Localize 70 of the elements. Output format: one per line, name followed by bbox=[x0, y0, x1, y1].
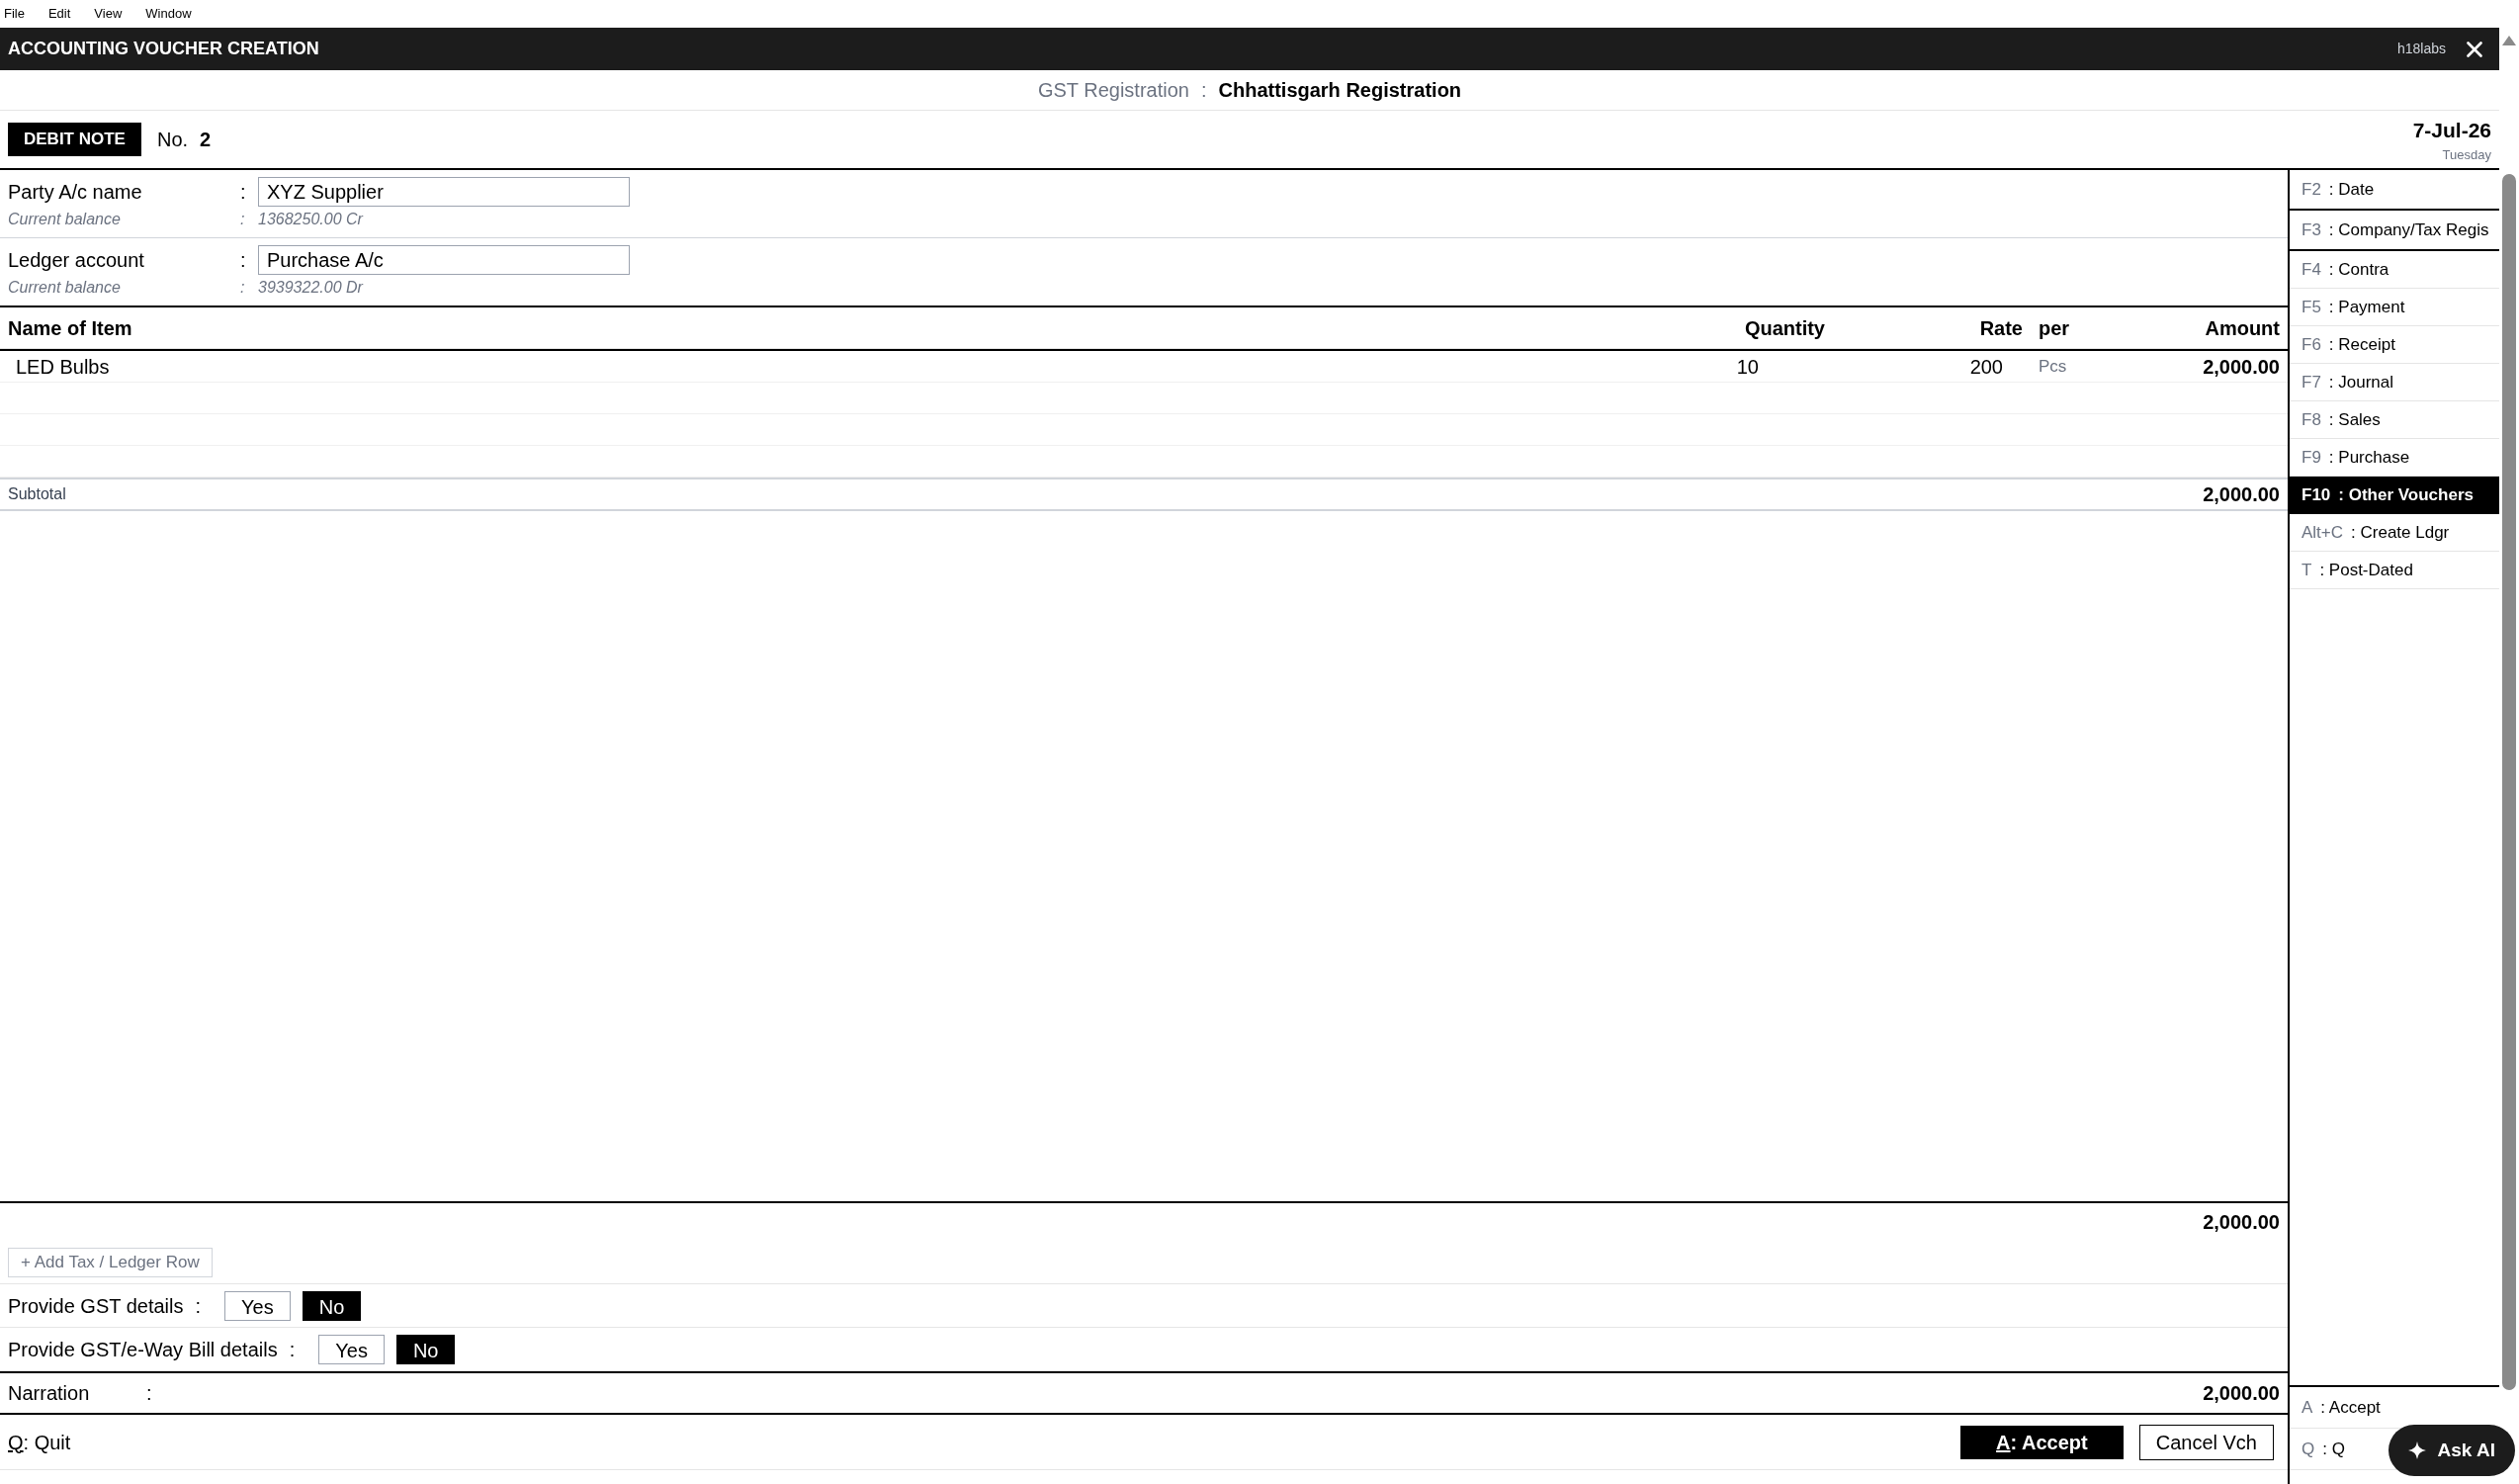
registration-label: GST Registration bbox=[1037, 78, 1189, 103]
shortcut-item[interactable]: F6 : Receipt bbox=[2290, 326, 2499, 364]
quantity-cell-text: 10 bbox=[1735, 354, 1760, 380]
balance-value: 3939322.00 Dr bbox=[258, 278, 363, 298]
narration-label: Narration bbox=[8, 1381, 91, 1406]
shortcut-item[interactable]: A : Accept bbox=[2290, 1394, 2392, 1421]
shortcut-item[interactable]: F2 : Date bbox=[2290, 170, 2499, 211]
column-header: Rate bbox=[1978, 315, 2023, 341]
narration-amount: 2,000.00 bbox=[2203, 1381, 2280, 1406]
toggle-label: Provide GST/e-Way Bill details bbox=[8, 1337, 278, 1362]
subtotal-label: Subtotal bbox=[8, 484, 67, 504]
separator: : bbox=[1200, 78, 1207, 103]
shortcut-item[interactable]: F8 : Sales bbox=[2290, 401, 2499, 439]
scrollbar-thumb[interactable] bbox=[2502, 174, 2516, 1390]
brand-label: h18labs bbox=[2396, 40, 2446, 58]
column-header: Amount bbox=[2204, 315, 2280, 341]
menu-item[interactable]: View bbox=[94, 4, 123, 24]
total-amount: 2,000.00 bbox=[2203, 1210, 2280, 1235]
colon: : bbox=[289, 1337, 296, 1362]
shortcut-item[interactable]: F7 : Journal bbox=[2290, 364, 2499, 401]
voucher-day: Tuesday bbox=[2442, 145, 2491, 165]
shortcut-item[interactable]: Q : Q bbox=[2290, 1436, 2357, 1462]
shortcut-item[interactable]: F4 : Contra bbox=[2290, 251, 2499, 289]
voucher-date[interactable]: 7-Jul-26 bbox=[2412, 114, 2491, 145]
balance-label: Current balance bbox=[8, 278, 122, 298]
menu-item[interactable]: Window bbox=[145, 4, 192, 24]
colon: : bbox=[240, 180, 247, 205]
add-row-button[interactable]: + Add Tax / Ledger Row bbox=[8, 1247, 213, 1277]
option-button[interactable]: No bbox=[395, 1334, 456, 1364]
option-button[interactable]: Yes bbox=[224, 1290, 291, 1321]
shortcut-item[interactable]: T : Post-Dated bbox=[2290, 552, 2499, 589]
field-label: Ledger account bbox=[8, 248, 145, 273]
ask-ai-button[interactable]: Ask AI bbox=[2388, 1425, 2515, 1476]
amount-cell-text: 2,000.00 bbox=[2202, 354, 2280, 380]
unit-cell-text: Pcs bbox=[2038, 355, 2068, 378]
menu-item[interactable]: Edit bbox=[47, 4, 71, 24]
scroll-up-icon[interactable] bbox=[2502, 36, 2516, 45]
voucher-type-badge: DEBIT NOTE bbox=[8, 123, 141, 156]
number-label: No. bbox=[156, 128, 189, 152]
colon: : bbox=[240, 278, 246, 298]
registration-value: Chhattisgarh Registration bbox=[1218, 78, 1462, 103]
option-button[interactable]: No bbox=[302, 1290, 362, 1321]
cancel-button[interactable]: Cancel Vch bbox=[2138, 1424, 2274, 1460]
field-label: Party A/c name bbox=[8, 180, 143, 205]
item-name: LED Bulbs bbox=[15, 354, 111, 380]
rate-cell-text: 200 bbox=[1968, 354, 2004, 380]
colon: : bbox=[195, 1293, 202, 1319]
column-header: Quantity bbox=[1743, 315, 1825, 341]
accept-button[interactable]: A: Accept bbox=[1960, 1425, 2124, 1459]
colon: : bbox=[240, 210, 246, 229]
option-button[interactable]: Yes bbox=[318, 1334, 385, 1364]
window-title: ACCOUNTING VOUCHER CREATION bbox=[8, 38, 320, 60]
shortcut-item[interactable]: F3 : Company/Tax Regis bbox=[2290, 211, 2499, 251]
column-header: per bbox=[2038, 315, 2071, 341]
menu-item[interactable]: File bbox=[4, 4, 25, 24]
sparkle-icon bbox=[2407, 1441, 2426, 1459]
colon: : bbox=[146, 1381, 153, 1406]
quit-button[interactable]: Q: Quit bbox=[8, 1427, 1961, 1457]
shortcut-item[interactable]: F5 : Payment bbox=[2290, 289, 2499, 326]
column-header: Name of Item bbox=[8, 315, 133, 341]
input-field[interactable]: XYZ Supplier bbox=[258, 177, 630, 207]
balance-value: 1368250.00 Cr bbox=[258, 210, 363, 229]
input-field[interactable]: Purchase A/c bbox=[258, 245, 630, 275]
voucher-number: 2 bbox=[200, 128, 212, 152]
colon: : bbox=[240, 248, 247, 273]
shortcut-item[interactable]: F10 : Other Vouchers bbox=[2290, 477, 2499, 514]
balance-label: Current balance bbox=[8, 210, 122, 229]
shortcut-item[interactable]: Alt+C : Create Ldgr bbox=[2290, 514, 2499, 552]
toggle-label: Provide GST details bbox=[8, 1293, 184, 1319]
subtotal-value: 2,000.00 bbox=[2203, 482, 2280, 507]
